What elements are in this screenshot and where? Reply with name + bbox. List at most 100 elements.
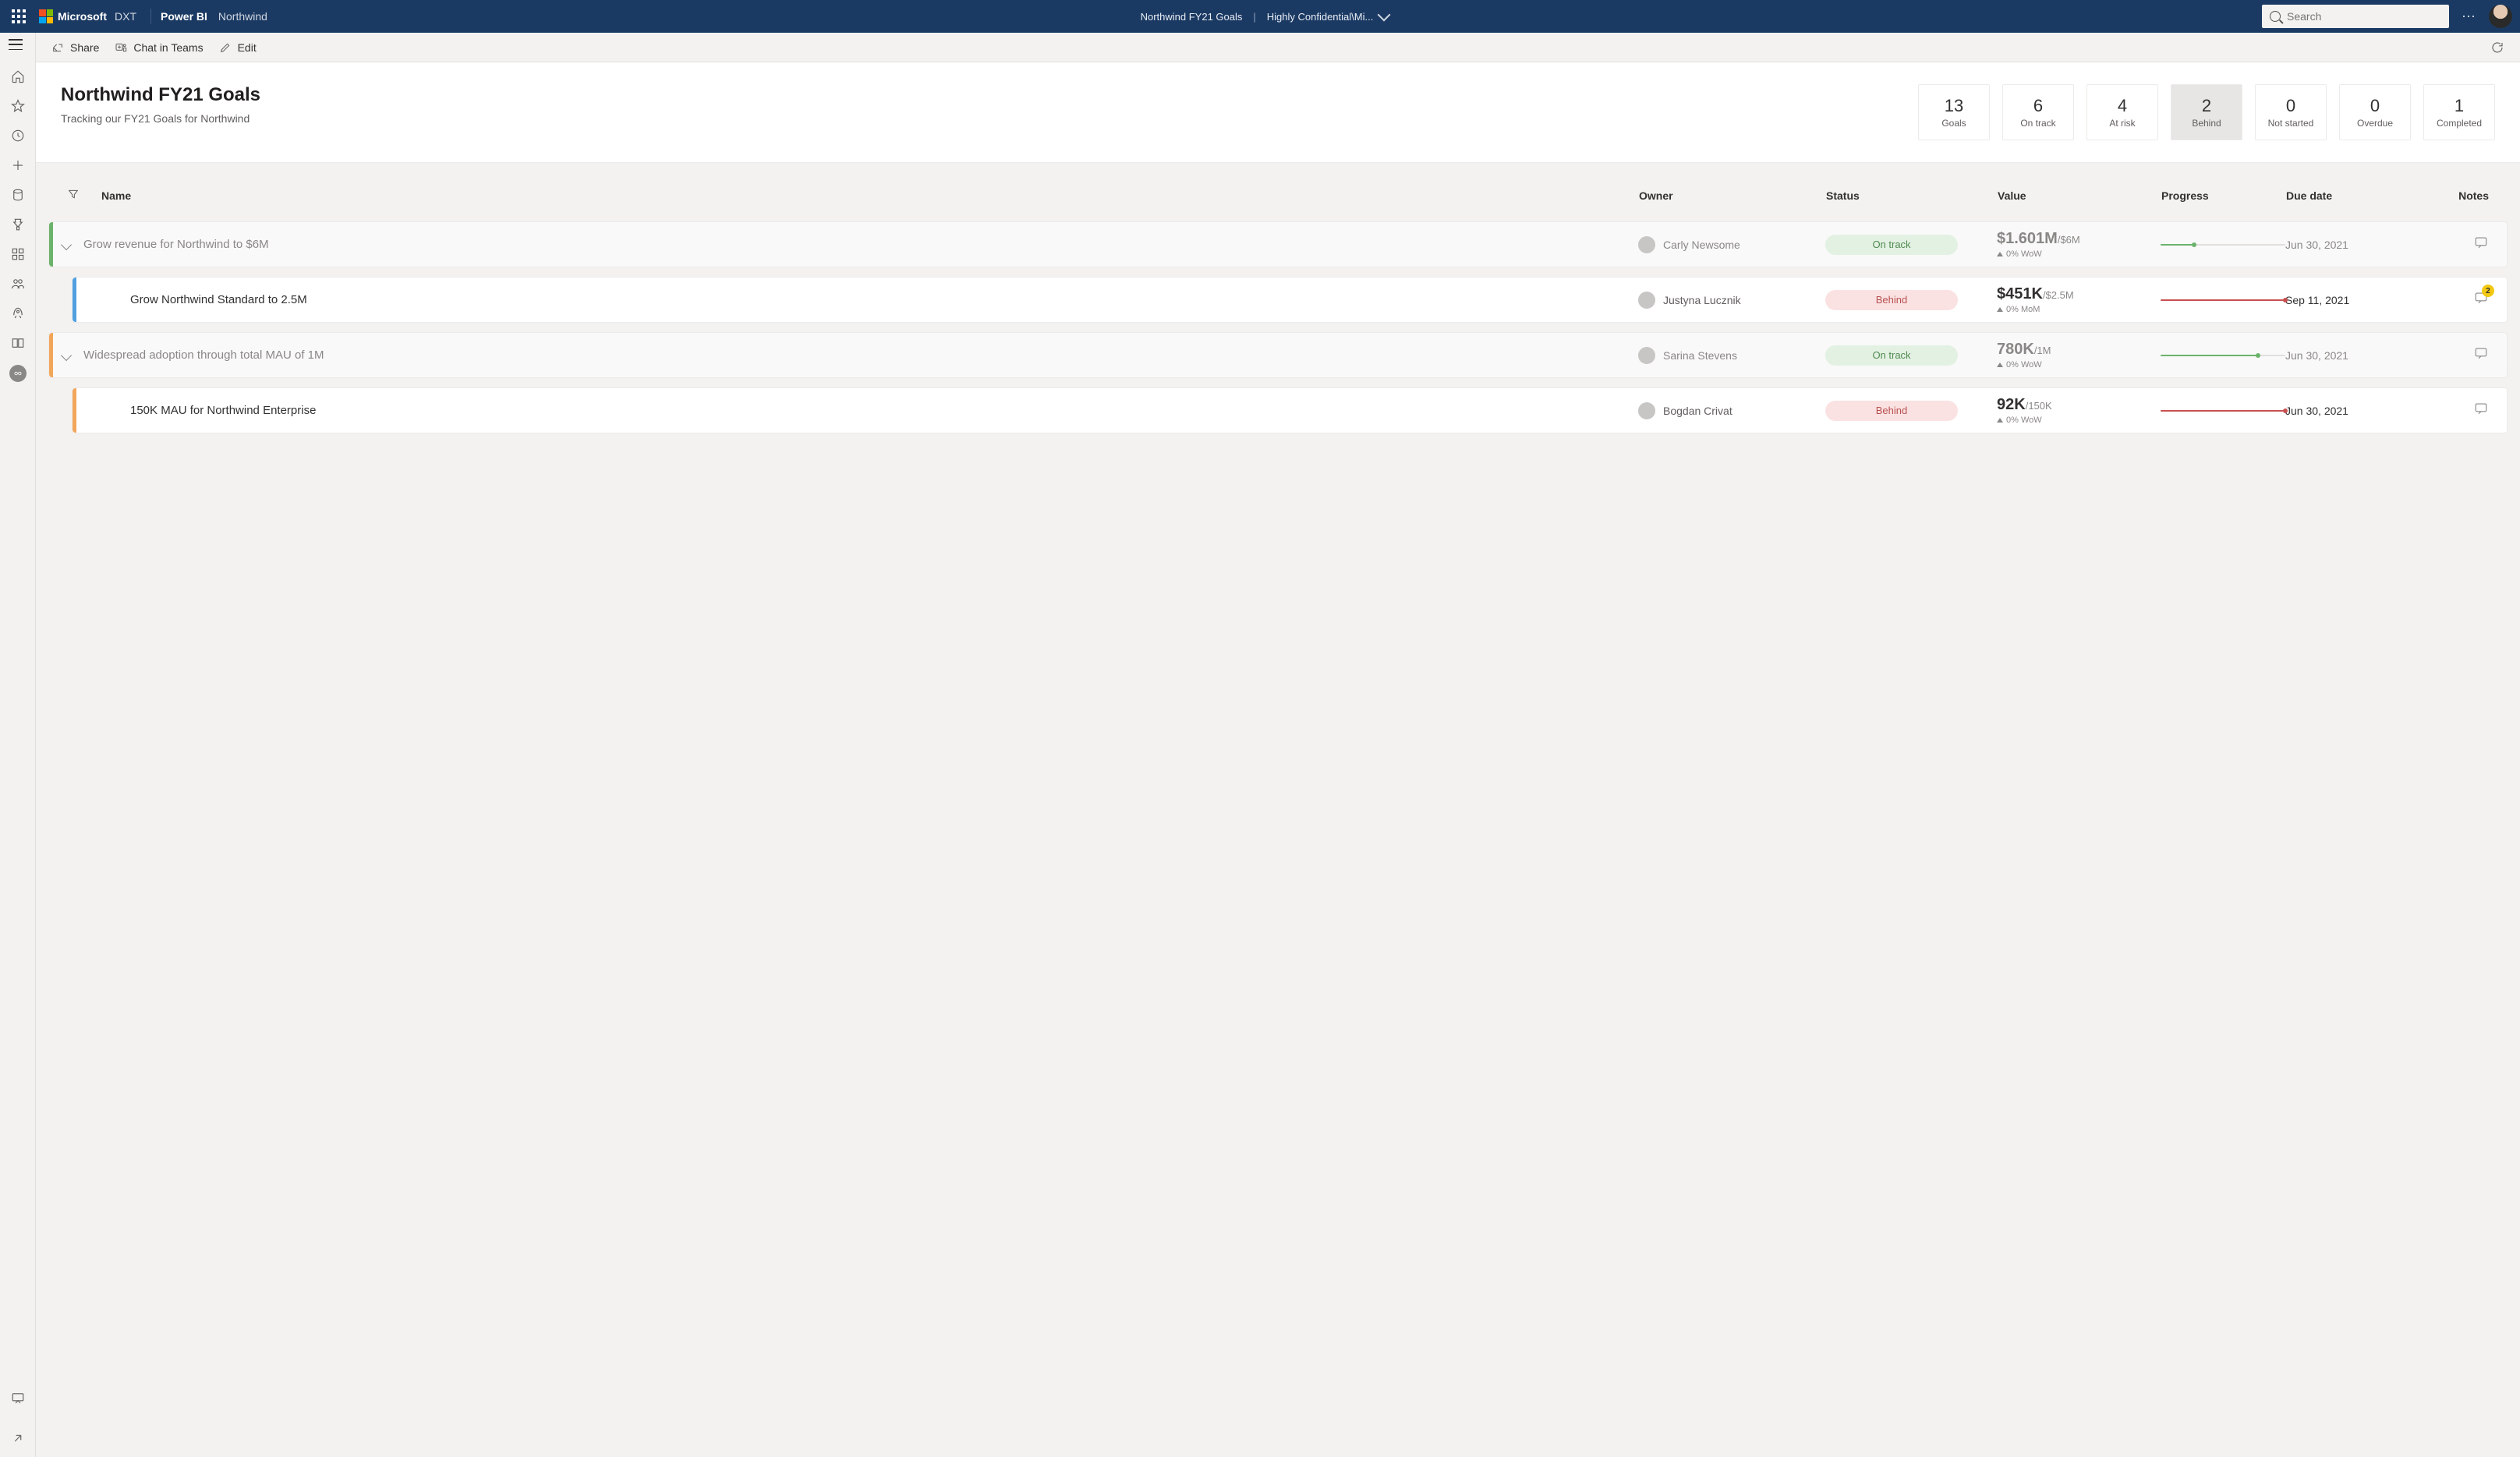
kpi-value: 0	[2286, 96, 2295, 116]
datasets-icon[interactable]	[10, 187, 26, 203]
status-pill[interactable]: On track	[1825, 235, 1958, 255]
col-name[interactable]: Name	[101, 189, 1639, 202]
goal-owner[interactable]: Bogdan Crivat	[1638, 402, 1825, 419]
goal-value: 92K/150K0% WoW	[1997, 396, 2161, 425]
avatar	[1638, 236, 1655, 253]
kpi-value: 13	[1945, 96, 1963, 116]
kpi-label: Behind	[2192, 118, 2221, 129]
app-launcher-icon[interactable]	[8, 5, 30, 27]
arrow-up-icon	[1997, 252, 2003, 256]
kpi-label: Completed	[2437, 118, 2482, 129]
avatar	[1638, 292, 1655, 309]
goal-name: Grow revenue for Northwind to $6M	[83, 238, 1638, 251]
col-owner[interactable]: Owner	[1639, 189, 1826, 202]
kpi-value: 4	[2118, 96, 2127, 116]
chat-label: Chat in Teams	[133, 41, 203, 54]
kpi-card-not-started[interactable]: 0 Not started	[2255, 84, 2327, 140]
goal-name: Widespread adoption through total MAU of…	[83, 348, 1638, 362]
goal-owner[interactable]: Sarina Stevens	[1638, 347, 1825, 364]
avatar	[1638, 347, 1655, 364]
kpi-label: Not started	[2268, 118, 2314, 129]
goal-progress	[2161, 299, 2285, 301]
kpi-label: Goals	[1941, 118, 1966, 129]
chevron-down-icon[interactable]	[61, 349, 72, 360]
status-pill[interactable]: Behind	[1825, 401, 1958, 421]
goal-due: Jun 30, 2021	[2285, 239, 2426, 251]
kpi-value: 6	[2033, 96, 2043, 116]
brand-secondary: DXT	[115, 10, 136, 23]
divider	[150, 9, 151, 24]
more-actions-button[interactable]: ⋯	[2462, 9, 2476, 25]
goal-due: Jun 30, 2021	[2285, 405, 2426, 417]
goal-row[interactable]: Grow Northwind Standard to 2.5MJustyna L…	[72, 277, 2508, 323]
kpi-card-behind[interactable]: 2Behind	[2171, 84, 2242, 140]
goal-row[interactable]: Widespread adoption through total MAU of…	[48, 332, 2508, 378]
scorecard-title: Northwind FY21 Goals	[61, 84, 260, 106]
global-search[interactable]	[2262, 5, 2449, 28]
kpi-card-goals[interactable]: 13 Goals	[1918, 84, 1990, 140]
deployment-icon[interactable]	[10, 306, 26, 321]
kpi-card-on-track[interactable]: 6On track	[2002, 84, 2074, 140]
edit-button[interactable]: Edit	[211, 33, 264, 62]
goals-icon[interactable]	[10, 217, 26, 232]
goal-owner[interactable]: Carly Newsome	[1638, 236, 1825, 253]
col-progress[interactable]: Progress	[2161, 189, 2286, 202]
goal-table: Name Owner Status Value Progress Due dat…	[36, 163, 2520, 465]
note-count-badge: 2	[2482, 285, 2494, 297]
home-icon[interactable]	[10, 69, 26, 84]
nav-collapse-button[interactable]	[9, 39, 23, 50]
search-icon	[2270, 11, 2281, 22]
arrow-up-icon	[1997, 362, 2003, 367]
learn-icon[interactable]	[10, 335, 26, 351]
search-input[interactable]	[2287, 10, 2441, 23]
goal-value: $1.601M/$6M0% WoW	[1997, 230, 2161, 259]
row-stripe	[49, 222, 53, 267]
header-title: Northwind FY21 Goals	[1141, 11, 1243, 23]
col-status[interactable]: Status	[1826, 189, 1998, 202]
goal-value: $451K/$2.5M0% MoM	[1997, 285, 2161, 314]
notes-button[interactable]	[2426, 235, 2488, 253]
share-label: Share	[70, 41, 99, 54]
recent-icon[interactable]	[10, 128, 26, 143]
kpi-card-at-risk[interactable]: 4At risk	[2086, 84, 2158, 140]
filter-icon[interactable]	[67, 188, 101, 203]
goal-row[interactable]: 150K MAU for Northwind EnterpriseBogdan …	[72, 387, 2508, 433]
chat-teams-button[interactable]: Chat in Teams	[107, 33, 211, 62]
apps-icon[interactable]	[10, 246, 26, 262]
arrow-up-icon	[1997, 307, 2003, 312]
goal-progress	[2161, 244, 2285, 246]
goal-owner[interactable]: Justyna Lucznik	[1638, 292, 1825, 309]
kpi-value: 1	[2455, 96, 2464, 116]
user-avatar[interactable]	[2489, 5, 2512, 28]
notes-button[interactable]: 2	[2426, 291, 2488, 309]
product-name[interactable]: Power BI	[161, 10, 207, 23]
share-button[interactable]: Share	[44, 33, 107, 62]
row-stripe	[73, 278, 76, 322]
left-nav-rail	[0, 33, 36, 1457]
goal-progress	[2161, 355, 2285, 356]
brand-primary: Microsoft	[58, 10, 107, 23]
col-value[interactable]: Value	[1998, 189, 2161, 202]
col-notes[interactable]: Notes	[2426, 189, 2489, 202]
goal-name: 150K MAU for Northwind Enterprise	[107, 404, 1638, 417]
workspace-icon[interactable]	[9, 365, 27, 382]
shared-icon[interactable]	[10, 276, 26, 292]
goal-row[interactable]: Grow revenue for Northwind to $6MCarly N…	[48, 221, 2508, 267]
workspace-name[interactable]: Northwind	[218, 10, 267, 23]
kpi-row: 13 Goals 6On track4At risk2Behind 0 Not star…	[1918, 84, 2495, 140]
open-external-icon[interactable]	[10, 1430, 26, 1446]
col-due[interactable]: Due date	[2286, 189, 2426, 202]
favorites-icon[interactable]	[10, 98, 26, 114]
create-icon[interactable]	[10, 157, 26, 173]
refresh-button[interactable]	[2483, 33, 2512, 62]
notes-button[interactable]	[2426, 346, 2488, 364]
status-pill[interactable]: On track	[1825, 345, 1958, 366]
status-pill[interactable]: Behind	[1825, 290, 1958, 310]
notes-button[interactable]	[2426, 401, 2488, 419]
title-dropdown[interactable]: Northwind FY21 Goals | Highly Confidenti…	[267, 11, 2262, 23]
kpi-label: Overdue	[2357, 118, 2393, 129]
kpi-card-completed[interactable]: 1 Completed	[2423, 84, 2495, 140]
kpi-card-overdue[interactable]: 0Overdue	[2339, 84, 2411, 140]
feedback-icon[interactable]	[10, 1390, 26, 1406]
chevron-down-icon[interactable]	[61, 239, 72, 249]
